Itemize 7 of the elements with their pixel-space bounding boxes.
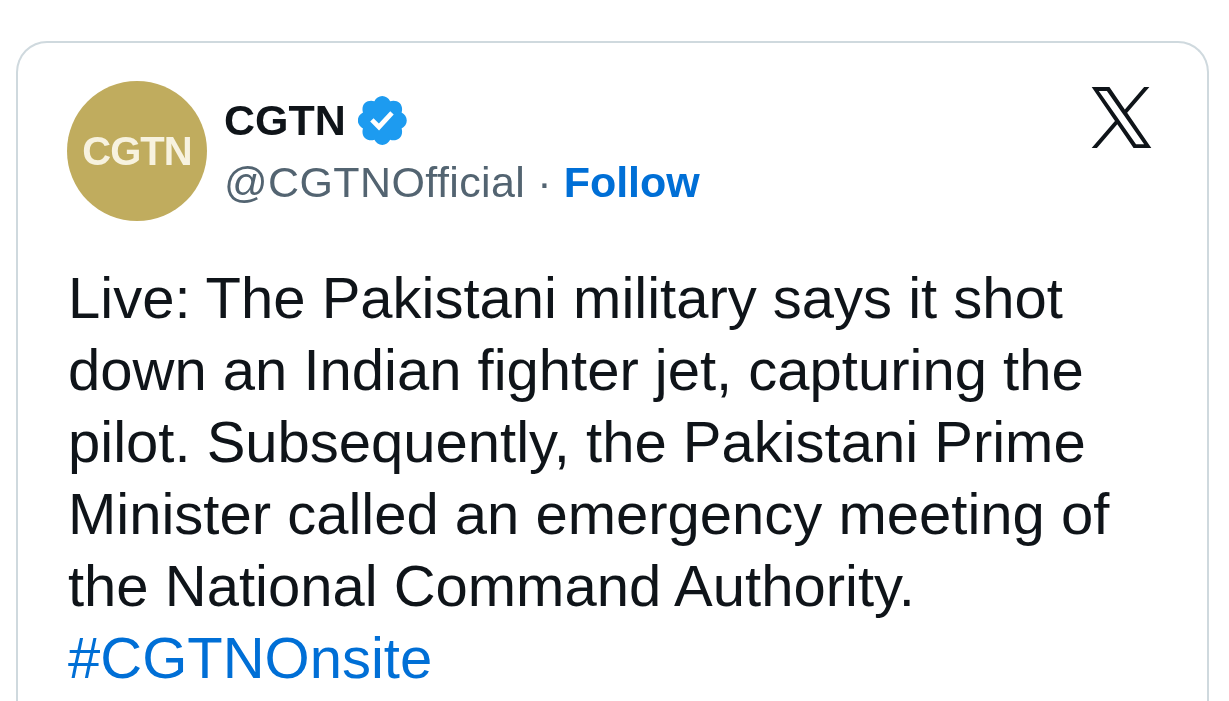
hashtag-link[interactable]: #CGTNOnsite [68, 625, 433, 690]
x-logo-icon[interactable] [1089, 87, 1154, 148]
author-name[interactable]: CGTN [224, 95, 346, 145]
follow-link[interactable]: Follow [563, 157, 700, 207]
separator-dot: · [537, 157, 552, 207]
tweet-text: Live: The Pakistani military says it shot down an Indian fighter jet, capturing the pilot. Subsequently, the Pakistani Prime Minister called an emergency meeting of the National Command Authority. #CGTNOnsite [68, 264, 1111, 692]
author-handle[interactable]: @CGTNOfficial [224, 157, 526, 207]
